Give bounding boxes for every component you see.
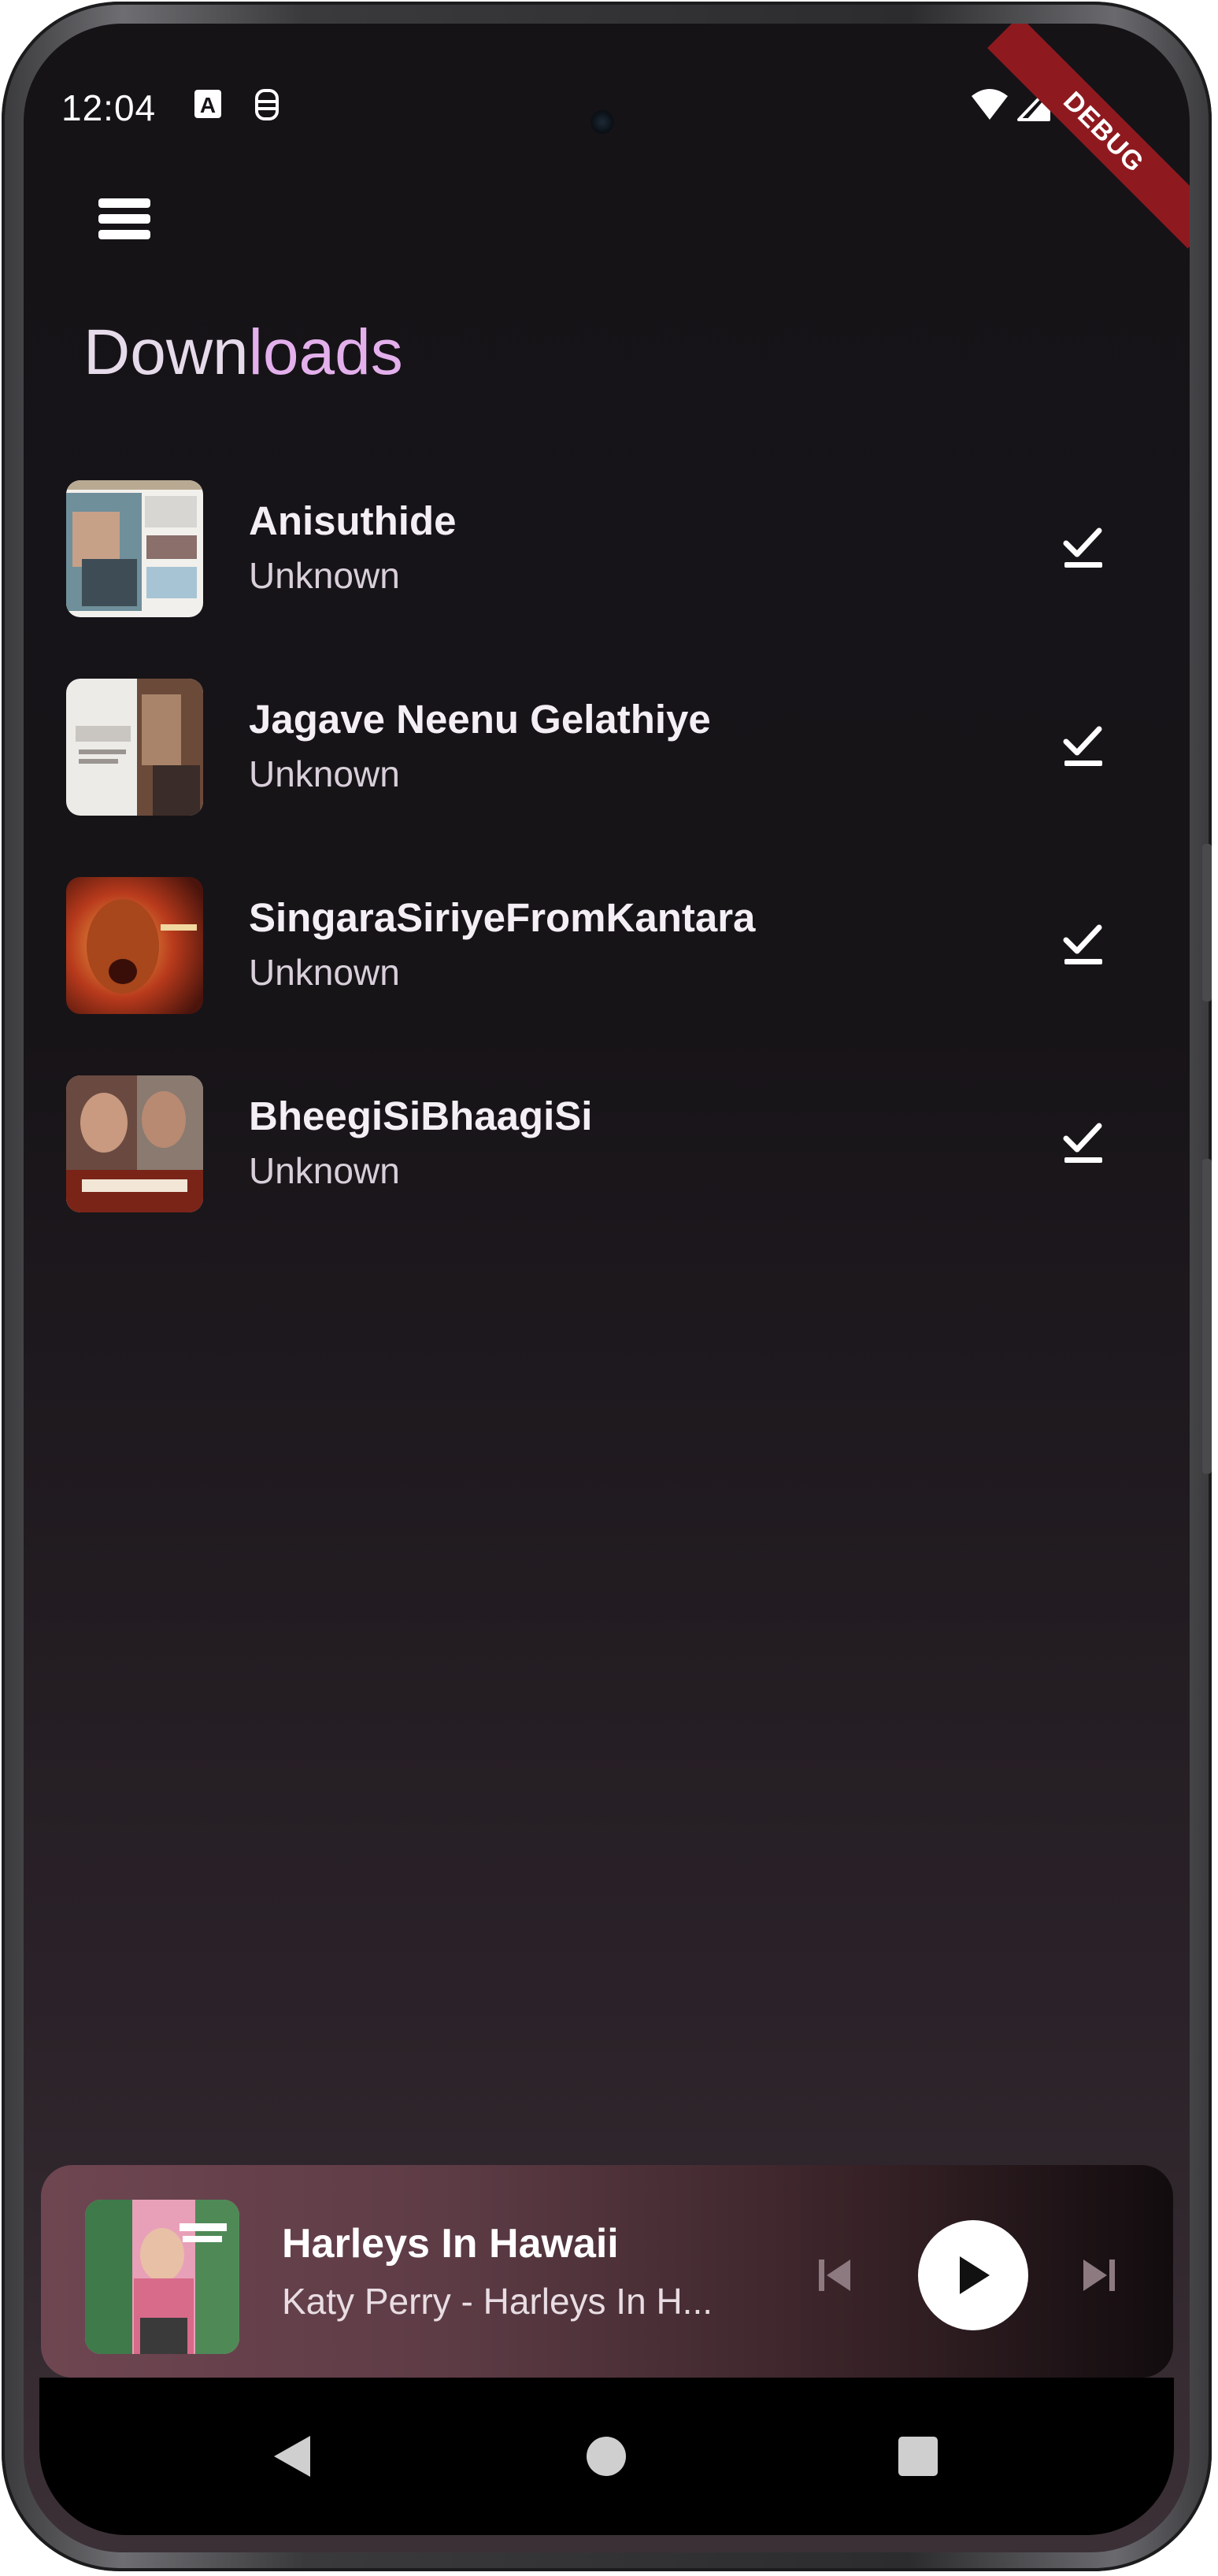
download-status-button[interactable] xyxy=(1044,707,1123,786)
download-done-icon xyxy=(1063,527,1102,568)
song-title: Anisuthide xyxy=(249,498,457,543)
page-title-part-1: Down xyxy=(83,316,249,388)
song-row-bheegisibhaagisi[interactable]: BheegiSiBhaagiSi Unknown xyxy=(24,1044,1190,1227)
volume-button xyxy=(1202,844,1212,1001)
svg-text:A: A xyxy=(200,93,216,117)
font-a-icon: A xyxy=(194,88,222,124)
download-done-icon xyxy=(1063,1123,1102,1163)
wifi-icon xyxy=(970,87,1009,125)
song-subtitle: Unknown xyxy=(249,1150,400,1191)
song-subtitle: Unknown xyxy=(249,753,400,794)
song-row-singarasiriyefromkantara[interactable]: SingaraSiriyeFromKantara Unknown xyxy=(24,846,1190,1028)
song-subtitle: Unknown xyxy=(249,952,400,993)
nav-recents-button[interactable] xyxy=(879,2417,957,2496)
skip-previous-icon xyxy=(819,2260,850,2291)
nav-back-button[interactable] xyxy=(252,2417,331,2496)
back-icon xyxy=(274,2436,310,2477)
skip-previous-button[interactable] xyxy=(803,2244,866,2307)
download-status-button[interactable] xyxy=(1044,905,1123,984)
play-icon xyxy=(960,2256,990,2294)
song-row-anisuthide[interactable]: Anisuthide Unknown xyxy=(24,449,1190,631)
menu-button[interactable] xyxy=(87,181,162,257)
app-screen: 12:04 A DEBUG Downloads Anisuthide Unkno… xyxy=(24,24,1190,2552)
album-art xyxy=(66,1075,203,1212)
song-title: SingaraSiriyeFromKantara xyxy=(249,895,756,940)
now-playing-album-art xyxy=(85,2200,239,2354)
download-status-button[interactable] xyxy=(1044,509,1123,587)
song-title: BheegiSiBhaagiSi xyxy=(249,1094,593,1138)
download-done-icon xyxy=(1063,924,1102,964)
navigation-bar xyxy=(39,2378,1174,2535)
page-title-part-2: loads xyxy=(248,316,403,388)
mini-player[interactable]: Harleys In Hawaii Katy Perry - Harleys I… xyxy=(41,2165,1173,2378)
power-button xyxy=(1202,1159,1212,1474)
skip-next-button[interactable] xyxy=(1068,2244,1131,2307)
song-row-jagave-neenu-gelathiye[interactable]: Jagave Neenu Gelathiye Unknown xyxy=(24,647,1190,830)
front-camera xyxy=(590,110,614,134)
home-icon xyxy=(587,2437,626,2476)
play-button[interactable] xyxy=(918,2220,1028,2330)
album-art xyxy=(66,480,203,617)
phone-frame: 12:04 A DEBUG Downloads Anisuthide Unkno… xyxy=(2,2,1212,2571)
recents-icon xyxy=(898,2437,938,2476)
sim-icon xyxy=(252,88,282,125)
album-art xyxy=(66,877,203,1014)
now-playing-artist: Katy Perry - Harleys In H... xyxy=(282,2281,713,2322)
song-title: Jagave Neenu Gelathiye xyxy=(249,697,711,742)
download-status-button[interactable] xyxy=(1044,1104,1123,1183)
page-title: Downloads xyxy=(83,313,403,392)
now-playing-title: Harleys In Hawaii xyxy=(282,2221,619,2267)
nav-home-button[interactable] xyxy=(567,2417,646,2496)
song-subtitle: Unknown xyxy=(249,555,400,596)
download-done-icon xyxy=(1063,726,1102,766)
hamburger-menu-icon xyxy=(98,198,150,239)
skip-next-icon xyxy=(1083,2260,1115,2291)
status-time: 12:04 xyxy=(61,87,157,128)
album-art xyxy=(66,679,203,816)
